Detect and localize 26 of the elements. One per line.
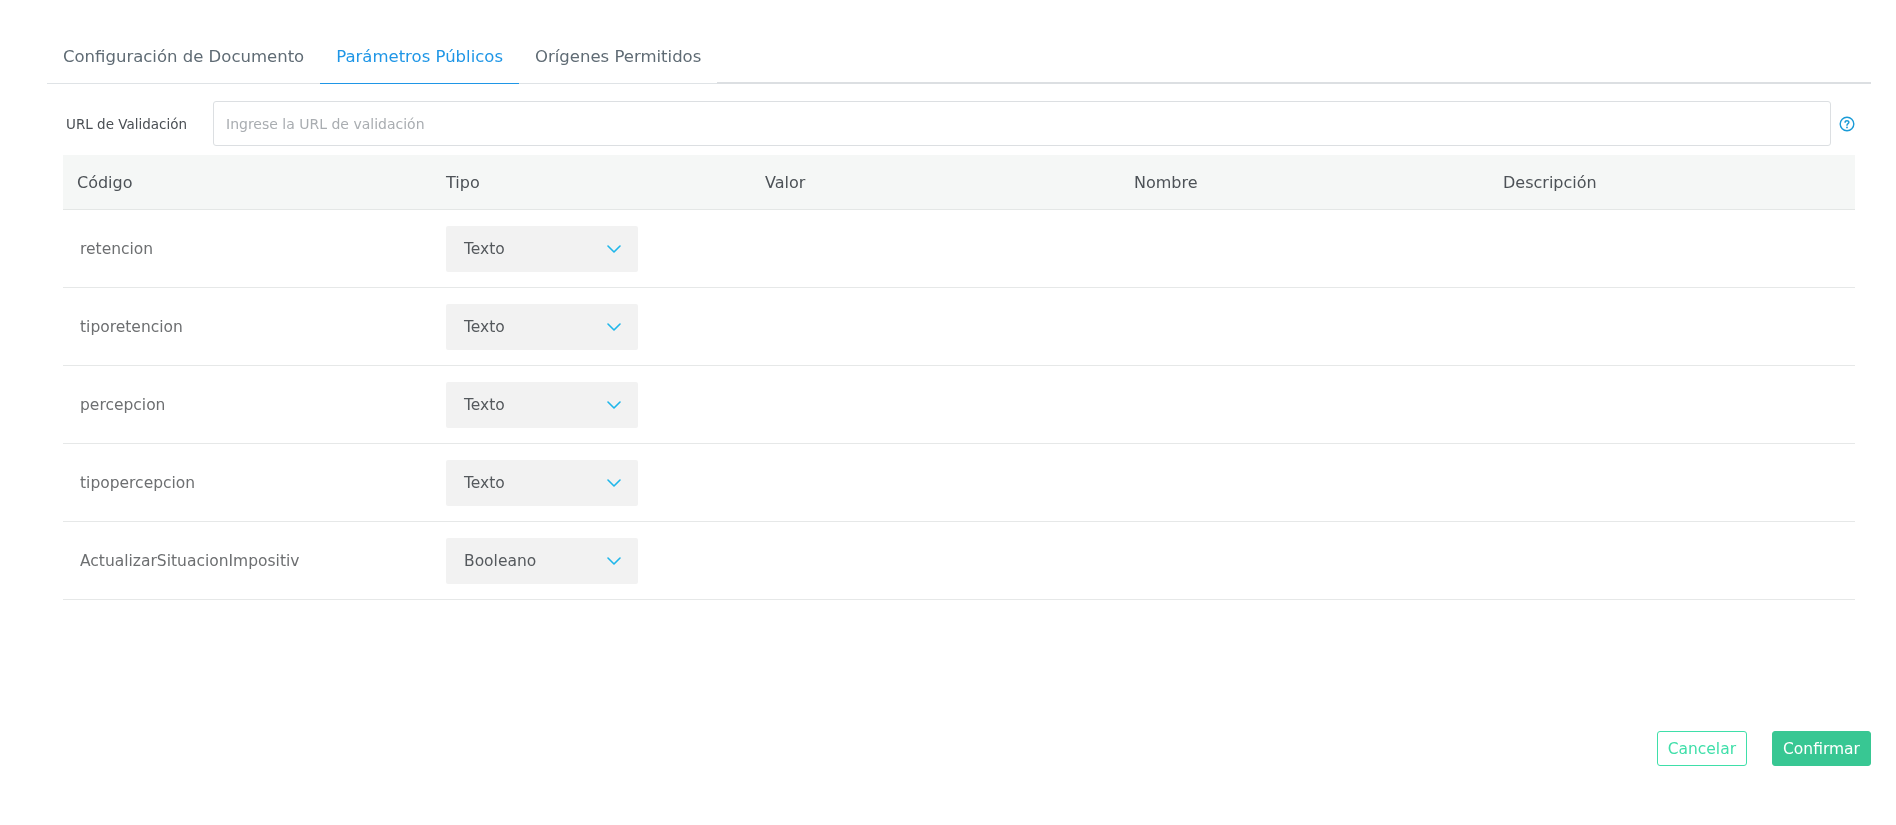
- column-header: Descripción: [1503, 172, 1597, 192]
- tab[interactable]: Configuración de Documento: [47, 30, 321, 84]
- column-header: Tipo: [446, 172, 480, 192]
- type-select[interactable]: Texto: [446, 381, 638, 428]
- help-icon[interactable]: [1839, 115, 1855, 132]
- url-input-field[interactable]: Ingrese la URL de validación: [213, 101, 1831, 146]
- field-label: URL de Validación: [65, 115, 189, 132]
- chevron-down-icon: [607, 244, 621, 253]
- type-select[interactable]: Texto: [446, 303, 638, 350]
- chevron-down-icon: [607, 322, 621, 331]
- type-select[interactable]: Booleano: [446, 537, 638, 584]
- table-cell-text: retencion: [79, 239, 154, 258]
- column-header: Valor: [765, 172, 806, 192]
- table-cell-text: tipopercepcion: [79, 473, 196, 492]
- table-cell-text: tiporetencion: [79, 317, 183, 336]
- chevron-down-icon: [607, 400, 621, 409]
- tab[interactable]: Parámetros Públicos: [320, 30, 519, 84]
- table-cell-text: percepcion: [79, 395, 166, 414]
- tab[interactable]: Orígenes Permitidos: [519, 30, 718, 84]
- type-select[interactable]: Texto: [446, 459, 638, 506]
- type-select[interactable]: Texto: [446, 225, 638, 272]
- column-header: Código: [77, 172, 133, 192]
- column-header: Nombre: [1134, 172, 1198, 192]
- table-cell-text: ActualizarSituacionImpositiv: [79, 551, 300, 570]
- chevron-down-icon: [607, 478, 621, 487]
- chevron-down-icon: [607, 556, 621, 565]
